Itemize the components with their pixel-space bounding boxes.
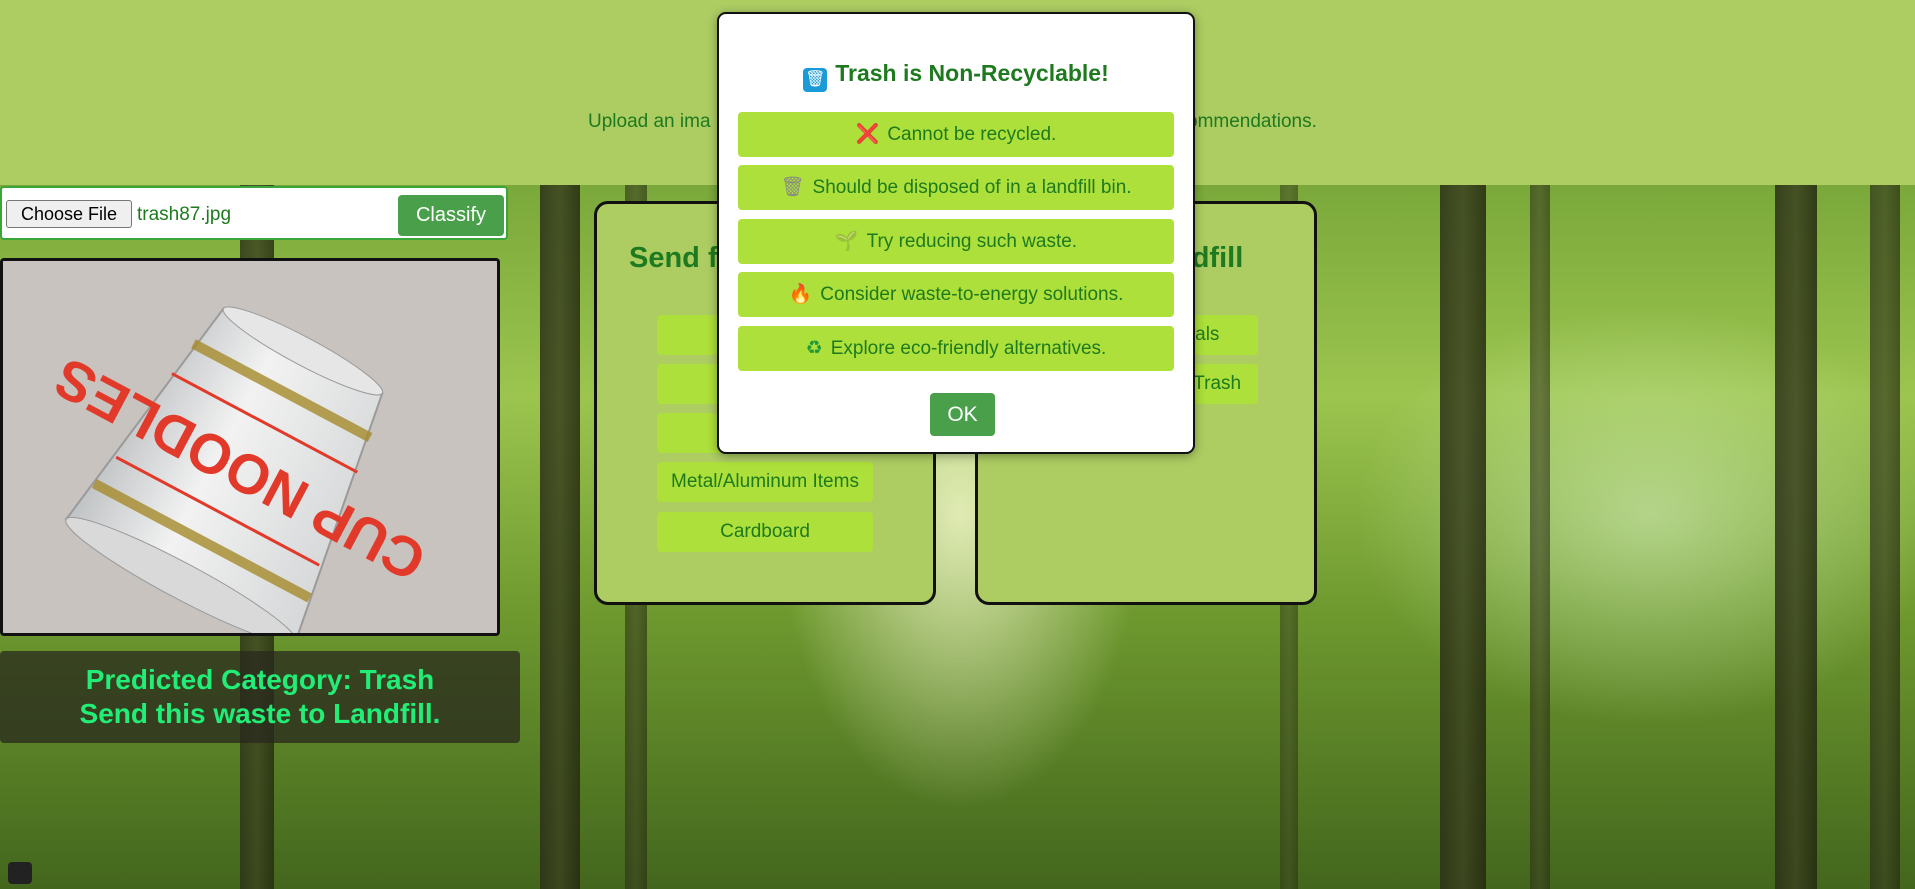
modal-tip: ♻ Explore eco-friendly alternatives. <box>738 326 1174 371</box>
classify-button[interactable]: Classify <box>398 195 504 236</box>
predicted-category: Predicted Category: Trash <box>85 664 435 695</box>
modal-title: 🗑 Trash is Non-Recyclable! <box>719 60 1193 92</box>
cross-icon: ❌ <box>855 124 880 145</box>
modal-tip: 🗑 Should be disposed of in a landfill bin… <box>738 165 1174 210</box>
tip-text: Explore eco-friendly alternatives. <box>830 338 1107 359</box>
corner-widget[interactable] <box>8 862 32 884</box>
tip-text: Consider waste-to-energy solutions. <box>820 284 1124 305</box>
subtitle-left: Upload an ima <box>588 111 711 132</box>
tip-text: Cannot be recycled. <box>887 124 1057 145</box>
modal-tip: ❌ Cannot be recycled. <box>738 112 1174 157</box>
upload-form: Choose File trash87.jpg Classify <box>0 186 508 240</box>
disposal-instruction: Send this waste to Landfill. <box>79 698 441 729</box>
tree-trunk <box>1530 185 1550 889</box>
subtitle-right: ommendations. <box>1187 111 1317 132</box>
tip-text: Try reducing such waste. <box>866 231 1078 252</box>
recycle-icon: ♻ <box>805 338 823 359</box>
result-modal: 🗑 Trash is Non-Recyclable! ❌ Cannot be rec… <box>717 12 1195 454</box>
selected-file-name: trash87.jpg <box>137 204 232 225</box>
tree-trunk <box>1870 185 1900 889</box>
tip-text: Should be disposed of in a landfill bin. <box>812 177 1132 198</box>
modal-tip: 🔥 Consider waste-to-energy solutions. <box>738 272 1174 317</box>
recycle-panel-title: Send f <box>629 242 718 274</box>
recycle-item: Metal/Aluminum Items <box>657 462 873 502</box>
choose-file-button[interactable]: Choose File <box>6 200 132 228</box>
prediction-result: Predicted Category: Trash Send this wast… <box>0 651 520 743</box>
uploaded-image-preview: CUP NOODLES <box>0 258 500 636</box>
cup-noodles-image: CUP NOODLES <box>3 261 497 633</box>
tree-trunk <box>1440 185 1486 889</box>
modal-title-text: Trash is Non-Recyclable! <box>835 60 1109 86</box>
modal-tip: 🌱 Try reducing such waste. <box>738 219 1174 264</box>
recycle-item: Cardboard <box>657 512 873 552</box>
seedling-icon: 🌱 <box>834 231 859 252</box>
tree-trunk <box>1775 185 1817 889</box>
fire-icon: 🔥 <box>788 284 813 305</box>
tree-trunk <box>540 185 580 889</box>
trash-bin-icon: 🗑 <box>803 68 828 92</box>
ok-button[interactable]: OK <box>930 393 995 436</box>
bin-icon: 🗑 <box>780 177 805 198</box>
